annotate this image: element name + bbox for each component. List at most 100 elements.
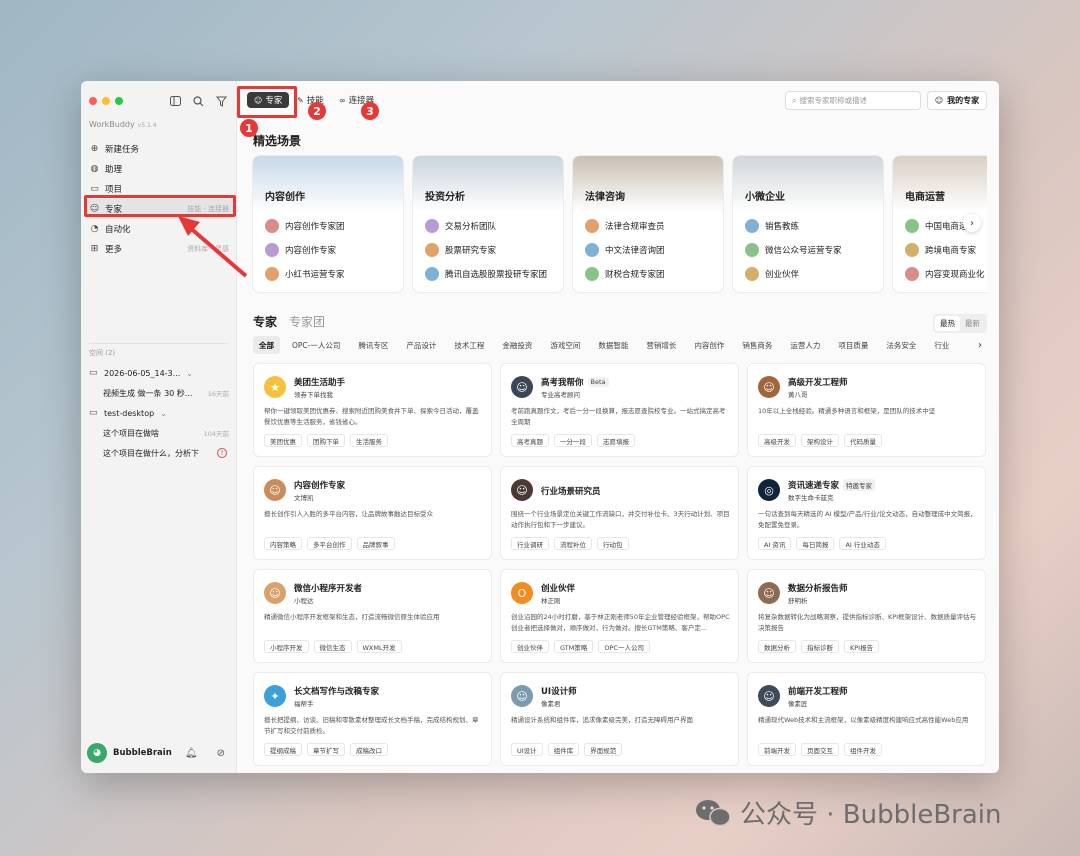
scene-item[interactable]: 内容创作专家 [265,238,345,262]
tab-experts[interactable]: 专家 [253,313,277,330]
category-chip[interactable]: 腾讯专区 [352,336,394,354]
space-folder[interactable]: ▭ test-desktop ⌄ [85,403,233,423]
expert-card[interactable]: ☺ UI设计师 像素君 精通设计系统和组件库，追求像素级完美，打造无障碍用户界面 UI设… [500,672,739,766]
expert-tag: WXML开发 [356,640,402,653]
category-chip[interactable]: 内容创作 [688,336,730,354]
tab-expert[interactable]: ☺ 专家 [247,92,290,108]
scene-item[interactable]: 腾讯自选股股票投研专家团 [425,262,547,286]
scene-card[interactable]: 小微企业 销售教练 微信公众号运营专家 创业伙伴 [732,155,884,293]
expert-name: 前端开发工程师 [788,685,848,697]
expert-icon: ☺ [254,95,263,105]
category-chip[interactable]: 法务安全 [880,336,922,354]
scene-hero-image [573,156,723,212]
search-icon: ⌕ [792,95,797,105]
expert-name-text: 长文档写作与改稿专家 [294,687,380,697]
avatar [745,243,759,257]
nav-item-assistant[interactable]: ◍ 助理 [85,159,233,179]
category-chip[interactable]: 运营人力 [784,336,826,354]
chevron-down-icon: ⌄ [186,368,193,378]
avatar[interactable]: ◕ [87,743,107,763]
expert-name-text: 高考我帮你 [541,378,584,388]
minimize-window-button[interactable] [102,97,110,105]
expert-tags: 提纲成稿 章节扩写 成稿改口 [264,743,388,756]
scene-item[interactable]: 交易分析团队 [425,214,547,238]
my-experts-button[interactable]: ☺ 我的专家 [927,91,987,110]
scene-item-label: 交易分析团队 [445,222,497,232]
scene-item[interactable]: 内容创作专家团 [265,214,345,238]
kangaroo-icon: ★ [264,376,286,398]
scene-card[interactable]: 法律咨询 法律合规审查员 中文法律咨询团 财税合规专家团 [572,155,724,293]
close-window-button[interactable] [89,97,97,105]
annotation-number-2: 2 [308,102,326,120]
scene-item[interactable]: 股票研究专家 [425,238,547,262]
scene-item[interactable]: 法律合规审查员 [585,214,665,238]
nav-item-new-task[interactable]: ⊕ 新建任务 [85,139,233,159]
nav-item-project[interactable]: ▭ 项目 [85,179,233,199]
category-chip[interactable]: 营销增长 [640,336,682,354]
category-chip[interactable]: 数据智能 [592,336,634,354]
category-chip[interactable]: 行业 [928,336,955,354]
avatar [265,219,279,233]
sort-hot[interactable]: 最热 [935,316,960,331]
sidebar-toggle-icon[interactable] [169,95,181,107]
expert-card[interactable]: ☺ 内容创作专家 文博凯 擅长创作引人入胜的多平台内容，让品牌故事触达目标受众 内容策略… [253,466,492,560]
search-icon[interactable] [192,95,204,107]
category-chip[interactable]: 销售商务 [736,336,778,354]
category-chip[interactable]: 金融投资 [496,336,538,354]
category-chip[interactable]: 产品设计 [400,336,442,354]
maximize-window-button[interactable] [115,97,123,105]
task-item[interactable]: 这个项目在做什么，分析下! [85,443,233,463]
scene-item[interactable]: 财税合规专家团 [585,262,665,286]
expert-search-input[interactable]: ⌕ 搜索专家职称或描述 [785,91,921,110]
expert-card[interactable]: ◎ 资讯速递专家 特邀专家 数字生命卡兹克 一句话查到每天精选的 AI 模型/产品/行业… [747,466,986,560]
scene-item[interactable]: 小红书运营专家 [265,262,345,286]
scene-item[interactable]: 内容变现商业化 [905,262,985,286]
chevron-right-icon[interactable]: › [972,337,988,353]
expert-card[interactable]: ☺ 前端开发工程师 像素匠 精通现代Web技术和主流框架，以像素级精度构建响应式高性能… [747,672,986,766]
category-chip[interactable]: 项目质量 [832,336,874,354]
avatar [425,219,439,233]
scene-hero-image [893,156,987,212]
scene-item[interactable]: 微信公众号运营专家 [745,238,842,262]
expert-name: 微信小程序开发者 [294,582,362,594]
category-chip[interactable]: 全部 [253,336,280,354]
expert-card[interactable]: ☺ 数据分析报告师 舒明析 将复杂数据转化为战略洞察，提供指标诊断、KPI框架设计、数… [747,569,986,663]
expert-tag: 志愿填报 [597,434,635,447]
expert-card[interactable]: ☺ 微信小程序开发者 小程达 精通微信小程序开发框架和生态，打造流畅微信原生体验应用小… [253,569,492,663]
expert-persona: 像素君 [541,700,561,708]
bell-icon[interactable]: 🔔︎ [185,748,198,759]
category-chip[interactable]: 技术工程 [448,336,490,354]
task-item[interactable]: 这个项目在做啥 104天前 [85,423,233,443]
tree-label: 视频生成 做一条 30 秒... [103,388,193,398]
filter-icon[interactable] [215,95,227,107]
scene-item[interactable]: 销售教练 [745,214,842,238]
sort-new[interactable]: 最新 [960,316,985,331]
space-folder[interactable]: ▭ 2026-06-05_14-3... ⌄ [85,363,233,383]
expert-card[interactable]: ☺ 高考我帮你 Beta 专业高考顾问 考前跑真题作文，考后一分一段换算，报志愿查院校专… [500,363,739,457]
top-bar: ☺ 专家 ✎ 技能 ∞ 连接器 ⌕ 搜索专家职称或描述 ☺ 我的专家 [237,81,999,119]
tab-expert-teams[interactable]: 专家团 [289,313,325,330]
scene-item[interactable]: 跨境电商专家 [905,238,985,262]
scene-card[interactable]: 投资分析 交易分析团队 股票研究专家 腾讯自选股股票投研专家团 [412,155,564,293]
category-chip[interactable]: 游戏空间 [544,336,586,354]
category-chip[interactable]: OPC-一人公司 [286,336,346,354]
expert-tag: 美团优惠 [264,434,302,447]
plus-circle-icon: ⊕ [90,144,99,154]
compass-icon[interactable]: ⊘ [217,748,225,759]
expert-name: 数据分析报告师 [788,582,848,594]
expert-card[interactable]: ☺ 行业场景研究员 围绕一个行业场景定位关键工作流缺口，并交付补位卡、3天行动计划、… [500,466,739,560]
orbit-icon: ◎ [758,479,780,501]
scene-item[interactable]: 中文法律咨询团 [585,238,665,262]
expert-card[interactable]: ☺ 高级开发工程师 黄八哥 10年以上全栈经验。精通多种语言和框架，是团队的技术中坚高… [747,363,986,457]
scene-item[interactable]: 创业伙伴 [745,262,842,286]
expert-description: 创业沿园的24小时打磨，基于林正刚老师50年企业管理经验框架，帮助OPC创业者把… [511,613,730,632]
scene-hero-image [253,156,403,212]
expert-card[interactable]: ✦ 长文档写作与改稿专家 福帮手 擅长把提纲、访谈、旧稿和零散素材整理成长文档手稿，完… [253,672,492,766]
tree-label: 这个项目在做啥 [103,428,159,438]
expert-tag: UI设计 [511,743,543,756]
expert-card[interactable]: O 创业伙伴 林正刚 创业沿园的24小时打磨，基于林正刚老师50年企业管理经验框架，帮… [500,569,739,663]
scene-card[interactable]: 内容创作 内容创作专家团 内容创作专家 小红书运营专家 [252,155,404,293]
expert-card[interactable]: ★ 美团生活助手 领券下单找我 帮你一键领取美团优惠券、搜索附近团购美食并下单、探索今… [253,363,492,457]
task-item[interactable]: 视频生成 做一条 30 秒... 16天前 [85,383,233,403]
scroll-right-button[interactable]: › [963,214,981,232]
